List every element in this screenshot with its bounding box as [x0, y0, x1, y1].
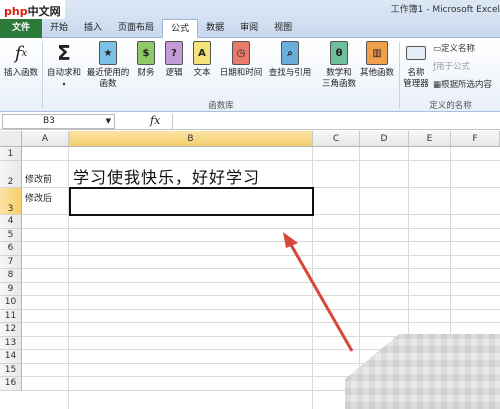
ribbon-tabs: 文件 开始 插入 页面布局 公式 数据 审阅 视图	[0, 19, 300, 38]
excel-window: php中文网 工作簿1 - Microsoft Excel 文件 开始 插入 页…	[0, 0, 500, 409]
tab-home[interactable]: 开始	[42, 19, 76, 38]
lookup-label: 查找与引用	[268, 68, 312, 78]
worksheet-grid[interactable]: A B C D E F 1 2 3 4 5 6 7 8 9 10 11 12 13 14 15 16 修改前 学习使我快乐，好…	[0, 131, 500, 409]
fx-icon: fx	[14, 42, 28, 64]
tag-icon: ▭	[433, 44, 442, 54]
recent-functions-button[interactable]: ★ 最近使用的 函数	[84, 40, 132, 90]
name-tag-icon	[405, 40, 427, 66]
text-book-icon: A	[193, 41, 211, 65]
tab-data[interactable]: 数据	[198, 19, 232, 38]
theta-book-icon: θ	[330, 41, 348, 65]
lookup-book-icon: ⌕	[281, 41, 299, 65]
formulas-ribbon: fx 插入函数 Σ 自动求和 ▾ ★ 最近使用的 函数 $ 财务 ? 逻辑 A …	[0, 38, 500, 112]
name-manager-label-2: 管理器	[403, 79, 429, 89]
name-box[interactable]: B3 ▼	[2, 114, 115, 129]
fx-button[interactable]: fx	[150, 114, 160, 127]
insert-function-button[interactable]: fx 插入函数	[2, 40, 40, 79]
tab-formulas[interactable]: 公式	[162, 19, 199, 38]
group-function-library: 函数库	[208, 101, 234, 111]
tab-review[interactable]: 审阅	[232, 19, 266, 38]
ribbon-separator	[42, 42, 43, 108]
more-functions-button[interactable]: ▥ 其他函数	[357, 40, 397, 79]
tab-file[interactable]: 文件	[0, 19, 43, 38]
use-in-formula-button[interactable]: ƒ用于公式	[433, 60, 470, 72]
text-functions-button[interactable]: A 文本	[189, 40, 215, 79]
logo-brand: php	[4, 5, 28, 18]
tab-view[interactable]: 视图	[266, 19, 300, 38]
recent-label-1: 最近使用的	[86, 68, 130, 78]
insert-function-label: 插入函数	[3, 68, 38, 78]
sigma-icon: Σ	[57, 40, 71, 65]
define-name-button[interactable]: ▭定义名称	[433, 42, 475, 54]
tab-page-layout[interactable]: 页面布局	[110, 19, 162, 38]
grid-icon: ▦	[433, 80, 442, 90]
name-manager-label-1: 名称	[407, 68, 425, 78]
financial-label: 财务	[137, 68, 155, 78]
use-in-formula-label: 用于公式	[436, 62, 471, 72]
financial-button[interactable]: $ 财务	[133, 40, 159, 79]
math-label-1: 数学和	[326, 68, 352, 78]
name-box-value: B3	[43, 116, 55, 126]
autosum-button[interactable]: Σ 自动求和 ▾	[45, 40, 83, 90]
formula-bar: B3 ▼ fx	[0, 113, 500, 130]
window-title: 工作簿1 - Microsoft Excel	[390, 5, 500, 15]
name-manager-button[interactable]: 名称 管理器	[401, 40, 431, 90]
group-defined-names: 定义的名称	[429, 101, 472, 111]
math-trig-button[interactable]: θ 数学和 三角函数	[317, 40, 361, 90]
site-logo: php中文网	[0, 0, 65, 19]
financial-book-icon: $	[137, 41, 155, 65]
logo-suffix: 中文网	[27, 5, 61, 18]
logical-button[interactable]: ? 逻辑	[161, 40, 187, 79]
annotation-arrow-icon	[283, 232, 354, 352]
autosum-label: 自动求和	[46, 68, 81, 78]
books-icon: ▥	[366, 41, 388, 65]
text-label: 文本	[193, 68, 211, 78]
arrow-shaft	[288, 242, 354, 352]
lookup-reference-button[interactable]: ⌕ 查找与引用	[266, 40, 314, 79]
math-label-2: 三角函数	[321, 79, 356, 89]
recent-label-2: 函数	[99, 79, 117, 89]
logical-book-icon: ?	[165, 41, 183, 65]
more-functions-label: 其他函数	[359, 68, 394, 78]
tab-insert[interactable]: 插入	[76, 19, 110, 38]
define-name-label: 定义名称	[441, 44, 476, 54]
date-time-label: 日期和时间	[219, 68, 263, 78]
star-book-icon: ★	[99, 41, 117, 65]
create-from-selection-label: 根据所选内容	[441, 80, 493, 90]
logical-label: 逻辑	[165, 68, 183, 78]
dropdown-arrow-icon: ▾	[62, 81, 66, 88]
formula-input[interactable]	[172, 114, 500, 129]
chevron-down-icon[interactable]: ▼	[106, 115, 111, 128]
title-bar: php中文网 工作簿1 - Microsoft Excel 文件 开始 插入 页…	[0, 0, 500, 38]
clock-book-icon: ◷	[232, 41, 250, 65]
create-from-selection-button[interactable]: ▦根据所选内容	[433, 78, 492, 90]
arrow-head	[283, 232, 298, 248]
date-time-button[interactable]: ◷ 日期和时间	[217, 40, 265, 79]
ribbon-separator	[399, 42, 400, 108]
